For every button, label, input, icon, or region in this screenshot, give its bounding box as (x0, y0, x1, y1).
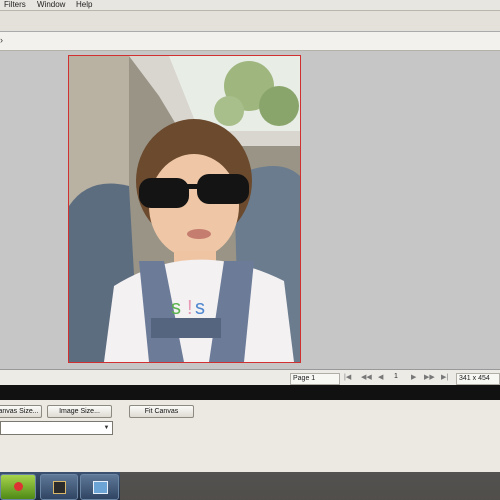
options-dropdown[interactable]: ▼ (0, 421, 113, 435)
app-icon (14, 482, 23, 491)
svg-text:s: s (171, 297, 181, 319)
image-canvas[interactable]: s ! s (68, 55, 301, 363)
menu-bar: Filters Window Help (0, 0, 500, 11)
previous-page-icon[interactable]: ◀◀ (361, 373, 372, 381)
window-icon (93, 481, 108, 494)
workspace: s ! s (0, 51, 500, 369)
toolbar (0, 11, 500, 32)
fit-canvas-button[interactable]: Fit Canvas (129, 405, 194, 418)
task-thumbnail-strip (120, 472, 500, 500)
previous-icon[interactable]: ◀ (378, 373, 383, 381)
menu-help[interactable]: Help (76, 0, 92, 10)
tool-options-panel: Canvas Size... Image Size... Fit Canvas … (0, 400, 500, 472)
status-bar: Page 1 |◀ ◀◀ ◀ 1 ▶ ▶▶ ▶| 341 x 454 (0, 369, 500, 386)
next-page-icon[interactable]: ▶ (411, 373, 416, 381)
page-selector[interactable]: Page 1 (290, 373, 340, 385)
image-dimensions: 341 x 454 (456, 373, 500, 385)
svg-text:!: ! (187, 297, 193, 319)
taskbar-app-1[interactable] (0, 474, 36, 500)
photo-image: s ! s (69, 56, 300, 362)
image-size-button[interactable]: Image Size... (47, 405, 112, 418)
chevron-down-icon[interactable]: ▼ (102, 423, 111, 433)
canvas-size-button[interactable]: Canvas Size... (0, 405, 42, 418)
svg-text:s: s (195, 297, 205, 319)
page-number: 1 (394, 373, 398, 380)
first-page-icon[interactable]: |◀ (344, 373, 351, 381)
panel-separator (0, 385, 500, 400)
taskbar (0, 472, 500, 500)
taskbar-app-3[interactable] (80, 474, 119, 500)
document-bar: › (0, 32, 500, 51)
menu-window[interactable]: Window (37, 0, 65, 10)
taskbar-app-2[interactable] (40, 474, 78, 500)
menu-filters[interactable]: Filters (4, 0, 26, 10)
last-page-icon[interactable]: ▶| (441, 373, 448, 381)
chevron-right-icon[interactable]: › (0, 35, 3, 45)
media-icon (53, 481, 66, 494)
next-fast-icon[interactable]: ▶▶ (424, 373, 435, 381)
